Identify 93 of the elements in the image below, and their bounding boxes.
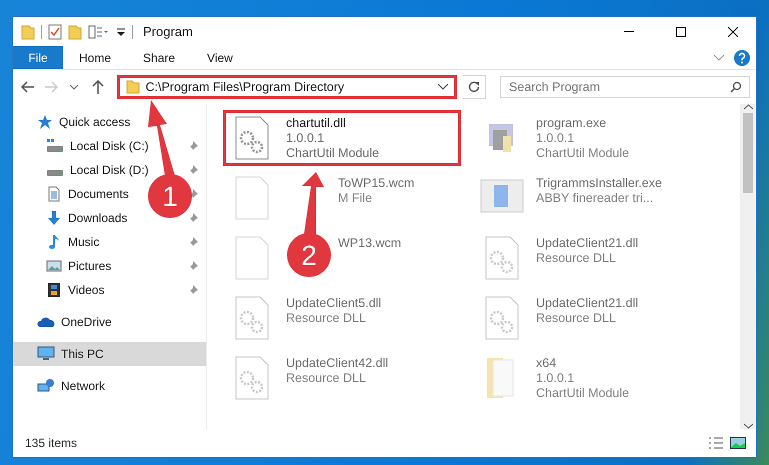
file-name[interactable]: UpdateClient5.dll [286, 296, 382, 310]
network-icon [37, 378, 55, 394]
arrow [302, 172, 324, 234]
recent-locations-icon[interactable] [70, 84, 78, 90]
sidebar-item[interactable]: Videos [13, 278, 108, 302]
file-name[interactable]: TrigrammsInstaller.exe [536, 176, 662, 190]
file-item[interactable]: chartutil.dll 1.0.0.1 ChartUtil Module [223, 110, 461, 166]
scroll-down-icon[interactable] [744, 423, 752, 429]
file-icon [235, 176, 269, 220]
file-name[interactable]: program.exe [536, 116, 630, 130]
pictures-icon [46, 258, 62, 274]
file-detail: Resource DLL [286, 371, 367, 385]
gear-file-icon [235, 296, 269, 340]
cloud-icon [37, 315, 55, 329]
up-icon[interactable] [92, 80, 104, 94]
expand-ribbon-icon[interactable] [714, 54, 724, 60]
file-detail: ChartUtil Module [536, 146, 630, 160]
file-name[interactable]: WP13.wcm [338, 236, 402, 250]
address-bar[interactable]: C:\Program Files\Program Directory [116, 75, 457, 99]
folder-icon [126, 80, 140, 94]
sidebar-item[interactable]: Music [13, 230, 104, 254]
help-icon[interactable] [734, 50, 750, 66]
details-view-icon[interactable] [708, 437, 724, 449]
step-badge: 1 [148, 174, 192, 218]
close-icon [728, 26, 738, 36]
file-icon [235, 236, 269, 280]
view-options-icon[interactable] [88, 24, 110, 38]
dropdown-icon[interactable] [438, 84, 448, 90]
file-detail: ChartUtil Module [286, 146, 380, 160]
ribbon-tab[interactable]: File [13, 46, 63, 69]
file-detail: Resource DLL [536, 311, 617, 325]
gear-file-icon [485, 236, 519, 280]
large-icons-view-icon[interactable] [730, 437, 746, 449]
music-note-icon [46, 234, 62, 250]
file-name[interactable]: UpdateClient21.dll [536, 296, 638, 310]
scrollbar[interactable] [740, 104, 756, 429]
refresh-icon [468, 81, 480, 93]
gear-file-icon [235, 116, 269, 160]
pin-icon[interactable] [188, 261, 198, 271]
ribbon-tab[interactable]: Home [63, 46, 128, 69]
properties-icon[interactable] [48, 24, 62, 40]
sidebar-item[interactable]: Local Disk (C:) [13, 134, 153, 158]
file-detail: Resource DLL [536, 251, 617, 265]
window-title: Program [143, 24, 194, 39]
step-badge: 2 [287, 233, 331, 277]
file-detail: ABBY finereader tri... [536, 191, 654, 205]
customize-toolbar-icon[interactable] [116, 26, 126, 36]
file-name[interactable]: chartutil.dll [286, 116, 380, 130]
drive-icon [46, 170, 64, 176]
download-icon [46, 210, 62, 226]
file-detail: 1.0.0.1 [536, 131, 576, 145]
file-name[interactable]: x64 [536, 356, 630, 370]
scroll-up-icon[interactable] [744, 104, 752, 110]
file-detail: 1.0.0.1 [286, 131, 326, 145]
file-detail: M File [338, 191, 374, 205]
sidebar-item[interactable]: Downloads [13, 206, 132, 230]
file-detail: 1.0.0.1 [536, 371, 576, 385]
pin-icon[interactable] [188, 165, 198, 175]
star-icon [37, 114, 53, 130]
file-name[interactable]: ToWP15.wcm [338, 176, 414, 190]
folder-icon[interactable] [21, 24, 35, 40]
document-icon [46, 186, 62, 202]
back-icon[interactable] [20, 81, 35, 93]
sidebar-item[interactable]: Quick access [13, 110, 134, 134]
sidebar-item[interactable]: Network [13, 374, 110, 398]
scroll-thumb[interactable] [743, 113, 753, 193]
file-detail: ChartUtil Module [536, 386, 630, 400]
address-path: C:\Program Files\Program Directory [146, 80, 346, 94]
pin-icon[interactable] [188, 141, 198, 151]
search-icon [730, 81, 742, 93]
minimize-icon [624, 31, 634, 32]
folder-icon[interactable] [68, 24, 82, 40]
maximize-icon [676, 26, 686, 36]
film-icon [46, 282, 62, 298]
item-count: 135 items [25, 436, 78, 450]
ribbon-tab[interactable]: Share [127, 46, 192, 69]
file-name[interactable]: UpdateClient42.dll [286, 356, 388, 370]
ribbon-tab[interactable]: View [191, 46, 249, 69]
gear-file-icon [485, 296, 519, 340]
pin-icon[interactable] [188, 237, 198, 247]
computer-icon [37, 346, 55, 362]
gear-file-icon [235, 356, 269, 400]
file-detail: Resource DLL [286, 311, 367, 325]
sidebar-item[interactable]: OneDrive [13, 310, 116, 334]
sidebar-item[interactable]: Pictures [13, 254, 116, 278]
sidebar-item[interactable]: This PC [13, 342, 206, 366]
sidebar-item[interactable]: Documents [13, 182, 133, 206]
file-name[interactable]: UpdateClient21.dll [536, 236, 638, 250]
pin-icon[interactable] [188, 285, 198, 295]
refresh-button[interactable] [462, 75, 486, 99]
search-field[interactable]: Search Program [500, 76, 750, 98]
drive-icon [46, 138, 64, 154]
pin-icon[interactable] [188, 213, 198, 223]
